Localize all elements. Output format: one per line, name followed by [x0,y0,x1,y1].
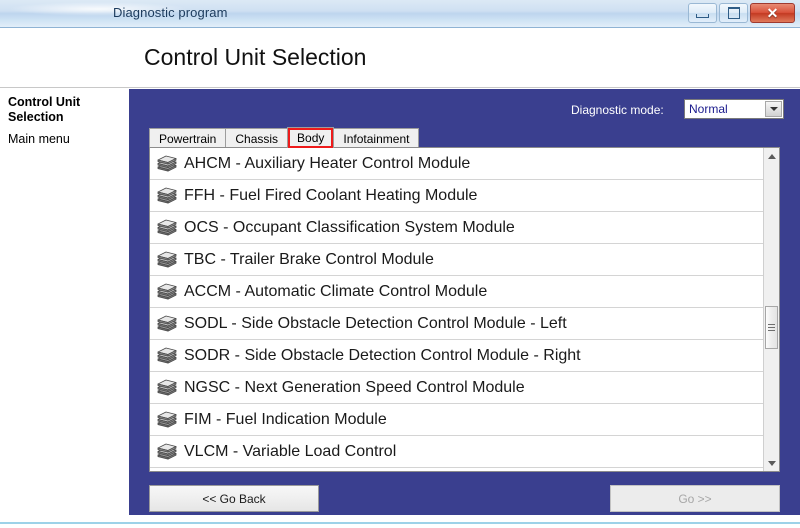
list-item[interactable]: SODR - Side Obstacle Detection Control M… [150,340,764,372]
go-button[interactable]: Go >> [610,485,780,512]
list-item[interactable]: FFH - Fuel Fired Coolant Heating Module [150,180,764,212]
list-item[interactable]: TBC - Trailer Brake Control Module [150,244,764,276]
list-item-label: AHCM - Auxiliary Heater Control Module [184,154,471,172]
list-item[interactable]: OCS - Occupant Classification System Mod… [150,212,764,244]
list-item-label: NGSC - Next Generation Speed Control Mod… [184,378,525,396]
list-item-label: TBC - Trailer Brake Control Module [184,250,434,268]
module-stack-icon [156,442,178,462]
module-stack-icon [156,218,178,238]
scrollbar-thumb[interactable] [765,306,778,349]
list-item[interactable]: AHCM - Auxiliary Heater Control Module [150,148,764,180]
list-item-label: ACCM - Automatic Climate Control Module [184,282,488,300]
tab-label: Infotainment [343,131,410,146]
list-scrollbar[interactable] [763,148,779,471]
control-unit-list[interactable]: AHCM - Auxiliary Heater Control Module FF… [149,147,780,472]
window-controls: ✕ [688,3,795,23]
maximize-icon [727,7,740,19]
window-bottom-accent [0,522,800,524]
module-stack-icon [156,410,178,430]
module-stack-icon [156,346,178,366]
scroll-down-button[interactable] [764,455,779,471]
scroll-up-button[interactable] [764,148,779,164]
sidebar-item-main-menu[interactable]: Main menu [8,132,70,146]
caret-glyph [769,107,778,111]
control-unit-list-body: AHCM - Auxiliary Heater Control Module FF… [150,148,764,471]
module-stack-icon [156,154,178,174]
maximize-button[interactable] [719,3,748,23]
grip-icon [768,324,775,331]
application-window: Diagnostic program ✕ Control Unit Select… [0,0,800,528]
list-item-label: OCS - Occupant Classification System Mod… [184,218,515,236]
tab-strip: Powertrain Chassis Body Infotainment [149,127,420,148]
tab-label: Body [297,131,325,145]
tab-label: Chassis [235,131,279,146]
minimize-button[interactable] [688,3,717,23]
list-item[interactable]: VLCM - Variable Load Control [150,436,764,468]
module-stack-icon [156,282,178,302]
module-stack-icon [156,186,178,206]
title-bar: Diagnostic program ✕ [0,0,800,28]
page-title: Control Unit Selection [144,44,367,70]
list-item-label: FFH - Fuel Fired Coolant Heating Module [184,186,478,204]
close-button[interactable]: ✕ [750,3,795,23]
sidebar: Control Unit Selection Main menu [0,89,129,516]
chevron-down-icon[interactable] [765,101,782,117]
tab-powertrain[interactable]: Powertrain [149,128,227,148]
window-title: Diagnostic program [113,5,228,20]
arrow-up-icon [767,153,776,159]
diagnostic-mode-value: Normal [689,102,728,116]
go-back-label: << Go Back [202,491,266,506]
tab-infotainment[interactable]: Infotainment [333,128,420,148]
tab-chassis[interactable]: Chassis [225,128,289,148]
diagnostic-mode-label: Diagnostic mode: [571,103,664,117]
page-header: Control Unit Selection [0,28,800,88]
tab-body[interactable]: Body [287,127,335,148]
go-back-button[interactable]: << Go Back [149,485,319,512]
close-icon: ✕ [766,5,779,21]
module-stack-icon [156,250,178,270]
list-item-label: SODL - Side Obstacle Detection Control M… [184,314,567,332]
list-item-label: VLCM - Variable Load Control [184,442,397,460]
minimize-icon [696,13,709,18]
list-item-label: SODR - Side Obstacle Detection Control M… [184,346,581,364]
arrow-down-icon [767,460,776,466]
tab-label: Powertrain [159,131,217,146]
diagnostic-mode-select[interactable]: Normal [684,99,784,119]
list-item-label: FIM - Fuel Indication Module [184,410,387,428]
list-item[interactable]: ACCM - Automatic Climate Control Module [150,276,764,308]
main-panel: Diagnostic mode: Normal Powertrain Chass… [129,89,800,516]
list-item[interactable]: FIM - Fuel Indication Module [150,404,764,436]
go-label: Go >> [678,491,712,506]
module-stack-icon [156,314,178,334]
list-item[interactable]: SODL - Side Obstacle Detection Control M… [150,308,764,340]
list-item[interactable]: NGSC - Next Generation Speed Control Mod… [150,372,764,404]
module-stack-icon [156,378,178,398]
sidebar-title: Control Unit Selection [8,95,81,124]
